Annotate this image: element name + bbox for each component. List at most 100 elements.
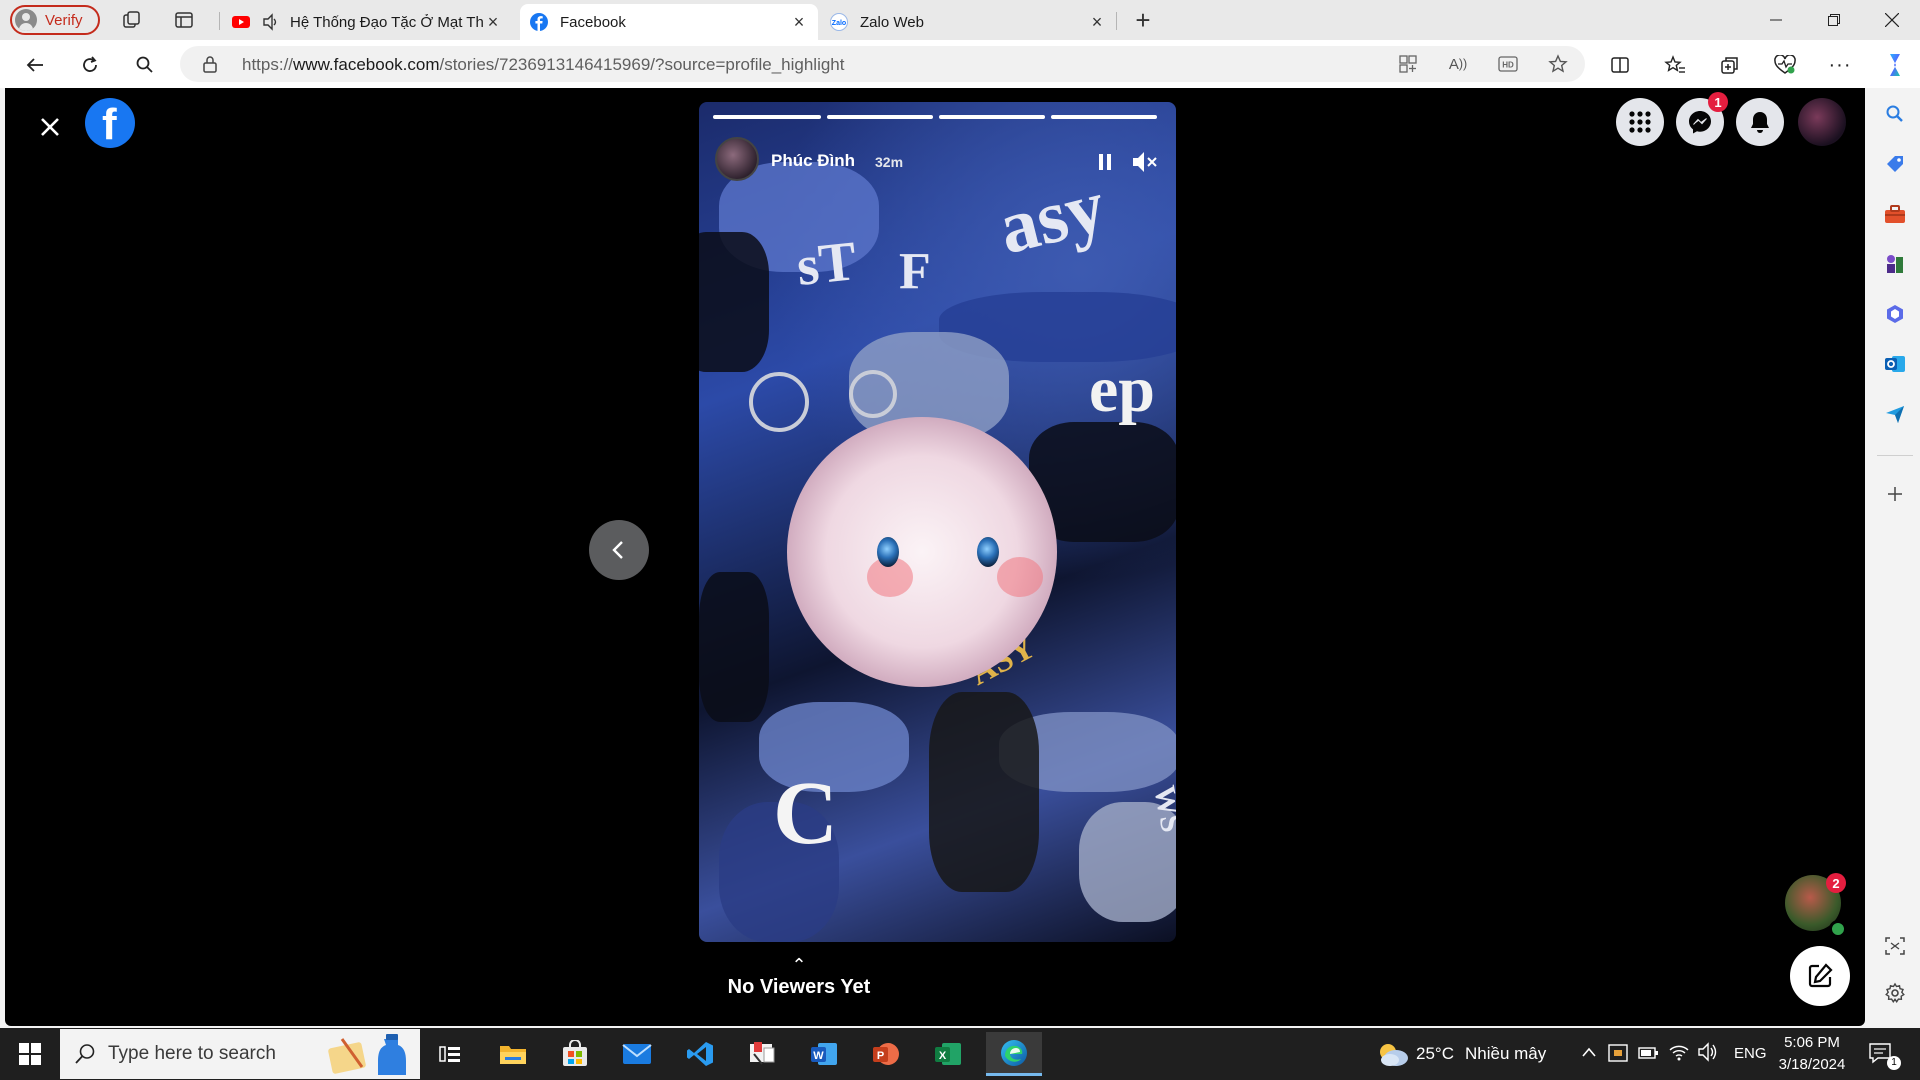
story-timestamp: 32m	[875, 154, 904, 170]
language-indicator[interactable]: ENG	[1734, 1045, 1767, 1062]
svg-text:P: P	[877, 1050, 884, 1062]
new-tab-button[interactable]: +	[1131, 5, 1155, 35]
svg-text:W: W	[813, 1050, 824, 1062]
close-tab-icon[interactable]: ×	[1088, 12, 1106, 33]
microsoft-store-icon[interactable]	[551, 1032, 599, 1076]
tab-youtube[interactable]: Hệ Thống Đạo Tặc Ở Mạt Th ×	[222, 4, 512, 40]
device-security-icon[interactable]	[1608, 1042, 1628, 1064]
tab-title: Hệ Thống Đạo Tặc Ở Mạt Th	[290, 13, 484, 31]
search-highlight-illustration-icon	[328, 1034, 406, 1075]
restore-button[interactable]	[1806, 0, 1862, 40]
battery-icon[interactable]	[1638, 1044, 1660, 1062]
windows-logo-icon	[19, 1043, 41, 1065]
story-card[interactable]: sT F asy ep C ASY WS Phúc Đình 32m	[699, 102, 1176, 942]
viewers-label: No Viewers Yet	[727, 976, 871, 998]
back-button[interactable]	[22, 52, 48, 78]
profile-button[interactable]: Verify	[10, 5, 100, 35]
volume-icon[interactable]	[1697, 1042, 1719, 1062]
vscode-icon[interactable]	[676, 1032, 724, 1076]
favorites-icon[interactable]	[1662, 52, 1688, 78]
story-progress-segment	[713, 115, 821, 119]
read-aloud-icon[interactable]: A))	[1445, 51, 1471, 77]
tab-title: Zalo Web	[860, 13, 924, 31]
screenshot-icon[interactable]	[1883, 934, 1907, 958]
address-bar[interactable]: https://www.facebook.com/stories/7236913…	[180, 46, 1585, 82]
tab-separator	[1116, 12, 1117, 30]
workspaces-icon[interactable]	[120, 8, 144, 32]
refresh-button[interactable]	[77, 52, 103, 78]
games-icon[interactable]	[1883, 252, 1907, 276]
search-icon	[75, 1044, 95, 1064]
clock-time: 5:06 PM	[1784, 1034, 1840, 1051]
collections-icon[interactable]	[1717, 52, 1743, 78]
close-tab-icon[interactable]: ×	[790, 12, 808, 33]
account-avatar[interactable]	[1798, 98, 1846, 146]
excel-icon[interactable]: X	[924, 1032, 972, 1076]
lock-icon[interactable]	[202, 55, 218, 73]
hd-icon[interactable]: HD	[1495, 51, 1521, 77]
speaker-icon[interactable]	[262, 13, 280, 31]
edge-icon[interactable]	[986, 1032, 1042, 1076]
sidebar-search-icon[interactable]	[1883, 102, 1907, 126]
story-author-name[interactable]: Phúc Đình	[771, 151, 855, 171]
taskbar-clock[interactable]: 5:06 PM 3/18/2024	[1770, 1032, 1854, 1076]
close-tab-icon[interactable]: ×	[484, 12, 502, 33]
taskbar-search-input[interactable]: Type here to search	[60, 1029, 420, 1079]
wifi-icon[interactable]	[1668, 1042, 1690, 1062]
story-author-avatar[interactable]	[715, 137, 759, 181]
outlook-icon[interactable]	[1883, 352, 1907, 376]
word-icon[interactable]: W	[800, 1032, 848, 1076]
previous-story-button[interactable]	[589, 520, 649, 580]
weather-temperature[interactable]: 25°C	[1416, 1044, 1454, 1064]
drop-send-icon[interactable]	[1883, 402, 1907, 426]
notifications-button[interactable]	[1736, 98, 1784, 146]
facebook-logo[interactable]: f	[85, 98, 135, 149]
tools-icon[interactable]	[1883, 202, 1907, 226]
story-viewers[interactable]: ⌃ No Viewers Yet	[719, 956, 879, 999]
svg-text:Zalo: Zalo	[832, 20, 846, 27]
snipping-tool-icon[interactable]	[738, 1032, 786, 1076]
mail-icon[interactable]	[613, 1032, 661, 1076]
story-viewer: f 1 sT F asy ep C ASY WS Phúc Đình 32m ⌃…	[5, 88, 1865, 1026]
menu-grid-button[interactable]	[1616, 98, 1664, 146]
add-sidebar-app-icon[interactable]	[1883, 482, 1907, 506]
pause-icon[interactable]	[1093, 150, 1117, 174]
copilot-icon[interactable]	[1880, 50, 1910, 80]
powerpoint-icon[interactable]: P	[862, 1032, 910, 1076]
edge-sidebar	[1870, 88, 1920, 1026]
sidebar-settings-gear-icon[interactable]	[1883, 981, 1907, 1005]
close-story-icon[interactable]	[35, 112, 65, 142]
windows-taskbar: Type here to search W P X 25°C Nhiều mây…	[0, 1028, 1920, 1080]
vertical-tabs-icon[interactable]	[172, 8, 196, 32]
weather-cloud-icon[interactable]	[1376, 1040, 1410, 1068]
file-explorer-icon[interactable]	[489, 1032, 537, 1076]
clock-date: 3/18/2024	[1778, 1056, 1846, 1073]
tab-zalo[interactable]: Zalo Zalo Web ×	[820, 4, 1116, 40]
split-screen-icon[interactable]	[1607, 52, 1633, 78]
browser-essentials-icon[interactable]	[1772, 52, 1798, 78]
microsoft-365-icon[interactable]	[1883, 302, 1907, 326]
chevron-up-icon[interactable]	[1581, 1046, 1597, 1058]
weather-description[interactable]: Nhiều mây	[1465, 1044, 1546, 1064]
facebook-icon	[530, 13, 548, 31]
close-window-button[interactable]	[1864, 0, 1920, 40]
app-available-icon[interactable]	[1395, 51, 1421, 77]
search-icon[interactable]	[132, 52, 158, 78]
browser-tab-strip: Verify Hệ Thống Đạo Tặc Ở Mạt Th × Faceb…	[0, 0, 1920, 40]
profile-avatar-icon	[15, 9, 37, 31]
more-options-icon[interactable]: ···	[1827, 52, 1853, 78]
minimize-button[interactable]	[1748, 0, 1804, 40]
muted-speaker-icon[interactable]	[1131, 150, 1159, 174]
tab-title: Facebook	[560, 13, 626, 31]
start-button[interactable]	[10, 1034, 50, 1074]
search-placeholder: Type here to search	[108, 1043, 276, 1064]
compose-icon	[1808, 963, 1833, 988]
favorite-star-icon[interactable]	[1545, 51, 1571, 77]
shopping-icon[interactable]	[1883, 152, 1907, 176]
tab-facebook[interactable]: Facebook ×	[520, 4, 818, 40]
task-view-icon[interactable]	[426, 1032, 474, 1076]
zalo-icon: Zalo	[830, 13, 848, 31]
story-progress-segment	[939, 115, 1045, 119]
svg-text:X: X	[939, 1050, 947, 1062]
new-message-button[interactable]	[1790, 946, 1850, 1006]
